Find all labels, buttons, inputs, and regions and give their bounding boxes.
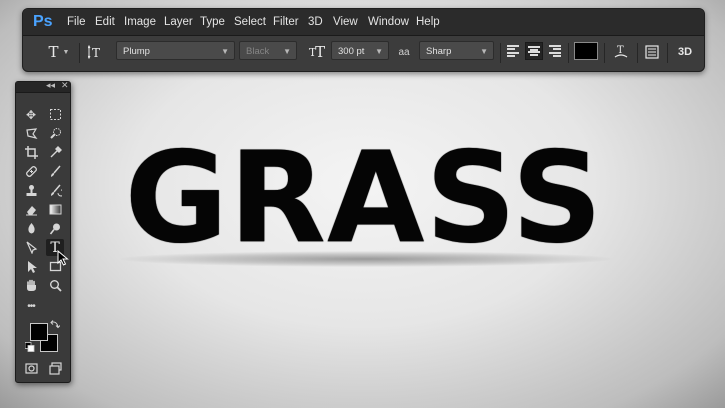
dodge-tool-icon[interactable] [46,220,64,237]
move-tool-icon[interactable]: ✥ [22,106,40,123]
eraser-tool-icon[interactable] [22,201,40,218]
anti-alias-icon: aa [398,46,410,58]
menu-filter[interactable]: Filter [273,15,299,29]
divider [568,43,569,63]
divider [604,43,605,63]
divider [79,43,80,63]
lasso-tool-icon[interactable] [22,125,40,142]
menu-select[interactable]: Select [234,15,266,29]
brush-tool-icon[interactable] [46,163,64,180]
font-size-value: 300 pt [338,46,365,57]
font-style-value: Black [246,46,270,57]
hand-tool-icon[interactable] [22,277,40,294]
font-family-value: Plump [123,46,150,57]
anti-alias-select[interactable]: Sharp ▼ [419,41,494,60]
menu-window[interactable]: Window [368,15,409,29]
clone-stamp-tool-icon[interactable] [22,182,40,199]
menu-edit[interactable]: Edit [95,15,115,29]
text-orientation-icon: T [88,45,100,59]
text-color-swatch[interactable] [574,42,598,60]
svg-text:T: T [92,46,100,59]
options-bar: T ▼ T Plump ▼ Black ▼ TT 300 pt ▼ aa Sha… [23,36,704,71]
quick-mask-icon[interactable] [22,360,40,377]
menu-bar: Ps File Edit Image Layer Type Select Fil… [23,9,704,36]
divider [500,43,501,63]
history-brush-tool-icon[interactable] [46,182,64,199]
eyedropper-tool-icon[interactable] [46,144,64,161]
healing-brush-tool-icon[interactable] [22,163,40,180]
screen-mode-icon[interactable] [46,360,64,377]
chevron-down-icon: ▼ [62,48,70,56]
default-colors-icon[interactable] [25,341,35,352]
edit-toolbar-icon[interactable]: ••• [22,298,40,315]
photoshop-logo: Ps [33,13,53,30]
chevron-down-icon: ▼ [283,47,291,56]
canvas-text: GRASS [124,124,604,271]
foreground-color-swatch[interactable] [30,323,48,341]
menu-view[interactable]: View [333,15,358,29]
font-family-select[interactable]: Plump ▼ [116,41,235,60]
chevron-down-icon: ▼ [375,47,383,56]
align-left-button[interactable] [505,42,523,60]
3d-button[interactable]: 3D [672,40,698,64]
tool-preset-picker[interactable]: T ▼ [43,40,75,64]
app-window-bar: Ps File Edit Image Layer Type Select Fil… [22,8,705,72]
menu-file[interactable]: File [67,15,86,29]
chevron-down-icon: ▼ [480,47,488,56]
character-panel-button[interactable] [641,40,663,64]
text-orientation-toggle[interactable]: T [85,40,107,64]
mouse-pointer-icon [57,250,69,266]
menu-3d[interactable]: 3D [308,15,323,29]
divider [637,43,638,63]
collapse-icon[interactable]: ◂◂ [46,80,55,91]
menu-layer[interactable]: Layer [164,15,193,29]
font-size-icon: TT [308,43,326,61]
quick-selection-tool-icon[interactable] [46,125,64,142]
close-icon[interactable]: ✕ [61,80,69,91]
divider [667,43,668,63]
svg-text:T: T [617,45,624,56]
marquee-tool-icon[interactable] [46,106,64,123]
tools-panel: ◂◂ ✕ ✥ T ••• [15,80,71,383]
menu-help[interactable]: Help [416,15,440,29]
panel-toggle-icon [645,45,659,59]
anti-alias-value: Sharp [426,46,452,57]
crop-tool-icon[interactable] [22,144,40,161]
pen-tool-icon[interactable] [22,239,40,256]
type-tool-icon: T [48,43,59,61]
swap-colors-icon[interactable] [50,319,60,329]
align-center-button[interactable] [525,42,543,60]
zoom-tool-icon[interactable] [46,277,64,294]
menu-image[interactable]: Image [124,15,156,29]
chevron-down-icon: ▼ [221,47,229,56]
warp-text-button[interactable]: T [610,40,632,64]
menu-type[interactable]: Type [200,15,225,29]
font-size-input[interactable]: 300 pt ▼ [331,41,389,60]
align-right-button[interactable] [545,42,563,60]
tools-panel-header[interactable]: ◂◂ ✕ [16,80,70,93]
gradient-tool-icon[interactable] [46,201,64,218]
warp-text-icon: T [614,45,628,58]
font-style-select[interactable]: Black ▼ [239,41,297,60]
path-selection-tool-icon[interactable] [22,258,40,275]
blur-tool-icon[interactable] [22,220,40,237]
